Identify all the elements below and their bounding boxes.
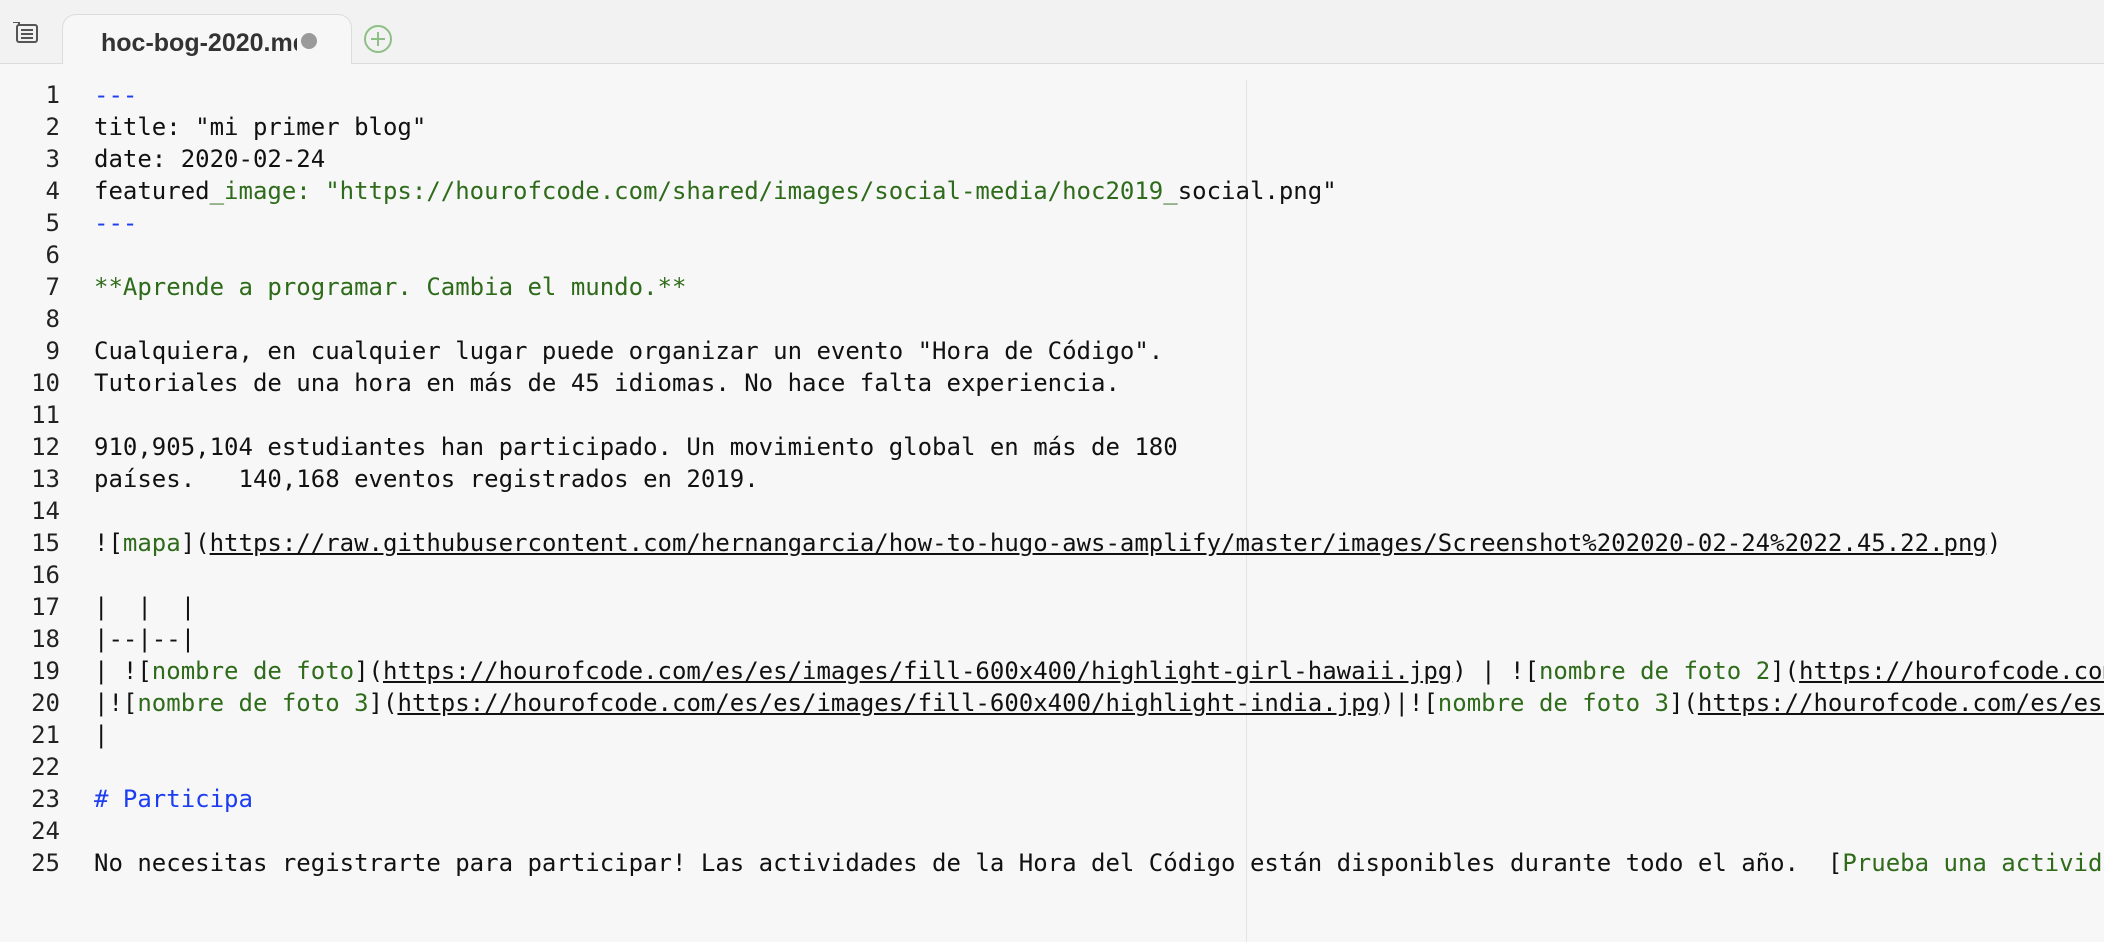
code-line[interactable]: Cualquiera, en cualquier lugar puede org… xyxy=(94,335,1163,367)
line-number: 22 xyxy=(31,753,60,781)
code-line[interactable]: |--|--| xyxy=(94,623,195,655)
code-text: ]( xyxy=(180,529,210,557)
code-line[interactable]: No necesitas registrarte para participar… xyxy=(94,847,2104,879)
line-number: 5 xyxy=(45,209,60,237)
unsaved-dot-icon[interactable] xyxy=(301,33,317,49)
code-line[interactable]: Tutoriales de una hora en más de 45 idio… xyxy=(94,367,1120,399)
code-text: ]( xyxy=(1770,657,1800,685)
code-line-current[interactable]: países. 140,168 eventos registrados en 2… xyxy=(94,463,759,495)
link-url[interactable]: https://raw.githubusercontent.com/hernan… xyxy=(210,529,1987,557)
code-line[interactable]: --- xyxy=(94,79,137,111)
code-line[interactable]: --- xyxy=(94,207,137,239)
code-text: |![ xyxy=(94,689,138,717)
code-text: social.png" xyxy=(1177,177,1337,205)
code-text: ) | ![ xyxy=(1452,657,1539,685)
line-number: 24 xyxy=(31,817,60,845)
link-url[interactable]: https://hourofcode.com/es/es/images/fill… xyxy=(397,689,1380,717)
line-number: 7 xyxy=(45,273,60,301)
code-line[interactable]: **Aprende a programar. Cambia el mundo.*… xyxy=(94,271,686,303)
tab-bar: hoc-bog-2020.md xyxy=(0,0,2104,65)
code-line-heading[interactable]: # Participa xyxy=(94,783,253,815)
line-number: 1 xyxy=(45,81,60,109)
sidebar-toggle-icon[interactable] xyxy=(10,20,44,48)
link-text: mapa xyxy=(122,529,181,557)
line-number: 4 xyxy=(45,177,60,205)
line-number: 3 xyxy=(45,145,60,173)
line-number: 6 xyxy=(45,241,60,269)
code-line[interactable]: | | | xyxy=(94,591,195,623)
code-text: ]( xyxy=(368,689,398,717)
link-url[interactable]: https://hourofcode.com/es/es/images/fill… xyxy=(383,657,1452,685)
line-number: 21 xyxy=(31,721,60,749)
code-text: | ![ xyxy=(94,657,152,685)
link-text: nombre de foto xyxy=(151,657,355,685)
line-number: 11 xyxy=(31,401,60,429)
line-number: 16 xyxy=(31,561,60,589)
code-line[interactable]: |![nombre de foto 3](https://hourofcode.… xyxy=(94,687,2104,719)
link-text: nombre de foto 3 xyxy=(1437,689,1669,717)
code-line[interactable]: | xyxy=(94,719,108,751)
wrap-guide xyxy=(1246,80,1247,942)
plus-circle-icon[interactable] xyxy=(362,23,394,55)
line-number: 18 xyxy=(31,625,60,653)
link-text: nombre de foto 2 xyxy=(1538,657,1771,685)
tab-file[interactable]: hoc-bog-2020.md xyxy=(62,14,352,65)
line-number: 25 xyxy=(31,849,60,877)
line-number: 2 xyxy=(45,113,60,141)
code-text: )|![ xyxy=(1380,689,1438,717)
link-url[interactable]: https://hourofcode.com xyxy=(1799,657,2104,685)
code-text: ]( xyxy=(1668,689,1698,717)
code-text: _image: "https://hourofcode.com/shared/i… xyxy=(209,177,1178,205)
line-number: 9 xyxy=(45,337,60,365)
line-number: 17 xyxy=(31,593,60,621)
code-line[interactable]: title: "mi primer blog" xyxy=(94,111,426,143)
code-text: ![ xyxy=(94,529,123,557)
code-line[interactable]: ![mapa](https://raw.githubusercontent.co… xyxy=(94,527,2001,559)
line-number-current: 13 xyxy=(31,465,60,493)
code-text: ) xyxy=(1986,529,2002,557)
code-line[interactable]: 910,905,104 estudiantes han participado.… xyxy=(94,431,1178,463)
code-text: ]( xyxy=(354,657,383,685)
editor-window: hoc-bog-2020.md 1 2 3 4 5 6 7 8 9 10 11 … xyxy=(0,0,2104,942)
line-number-gutter: 1 2 3 4 5 6 7 8 9 10 11 12 13 14 15 16 1… xyxy=(0,64,86,942)
line-number: 8 xyxy=(45,305,60,333)
tab-filename: hoc-bog-2020.md xyxy=(101,29,297,57)
code-text: No necesitas registrarte para participar… xyxy=(94,849,1843,877)
line-number: 10 xyxy=(31,369,60,397)
line-number: 12 xyxy=(31,433,60,461)
link-text: Prueba una actividad xyxy=(1842,849,2104,877)
link-text: nombre de foto 3 xyxy=(137,689,369,717)
code-editor[interactable]: --- title: "mi primer blog" date: 2020-0… xyxy=(86,64,2104,942)
line-number: 23 xyxy=(31,785,60,813)
line-number: 20 xyxy=(31,689,60,717)
line-number: 14 xyxy=(31,497,60,525)
line-number: 19 xyxy=(31,657,60,685)
code-line[interactable]: featured_image: "https://hourofcode.com/… xyxy=(94,175,1337,207)
code-line[interactable]: date: 2020-02-24 xyxy=(94,143,325,175)
line-number: 15 xyxy=(31,529,60,557)
link-url[interactable]: https://hourofcode.com/es/es/ xyxy=(1698,689,2104,717)
code-text: featured xyxy=(94,177,210,205)
code-line[interactable]: | ![nombre de foto](https://hourofcode.c… xyxy=(94,655,2104,687)
